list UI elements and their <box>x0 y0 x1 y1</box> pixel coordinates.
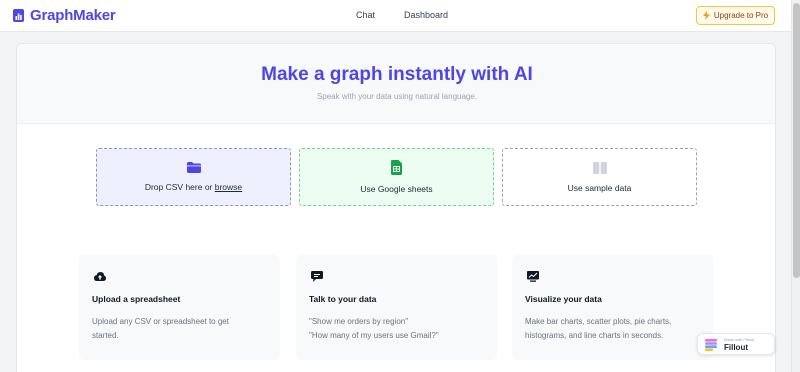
feature-title: Talk to your data <box>309 294 377 304</box>
feature-description: Upload any CSV or spreadsheet to get sta… <box>92 315 272 343</box>
google-sheets-icon <box>391 160 402 175</box>
fillout-name: Fillout <box>724 343 748 352</box>
book-icon <box>592 161 607 174</box>
feature-title: Visualize your data <box>525 294 602 304</box>
upgrade-button[interactable]: Upgrade to Pro <box>696 6 775 25</box>
folder-icon <box>186 162 201 173</box>
bar-chart-icon <box>13 9 24 22</box>
feature-desc-line: "How many of my users use Gmail?" <box>309 331 439 340</box>
feature-desc-line: histograms, and line charts in seconds. <box>525 331 664 340</box>
sample-data-label: Use sample data <box>567 182 632 193</box>
fillout-tagline: Made with Fillout <box>724 337 755 342</box>
nav-dashboard[interactable]: Dashboard <box>404 10 448 20</box>
sample-data-button[interactable]: Use sample data <box>502 148 697 206</box>
main-card: Make a graph instantly with AI Speak wit… <box>16 43 776 372</box>
feature-desc-line: Make bar charts, scatter plots, pie char… <box>525 317 672 326</box>
feature-talk: Talk to your data "Show me orders by reg… <box>296 255 497 360</box>
app-name: GraphMaker <box>30 7 116 24</box>
google-sheets-button[interactable]: Use Google sheets <box>299 148 494 206</box>
google-sheets-label: Use Google sheets <box>360 184 433 194</box>
feature-description: Make bar charts, scatter plots, pie char… <box>525 315 705 343</box>
fillout-badge[interactable]: Made with Fillout Fillout <box>697 333 775 355</box>
nav-chat[interactable]: Chat <box>356 10 375 20</box>
feature-desc-line: Upload any CSV or spreadsheet to get <box>92 317 229 326</box>
feature-visualize: Visualize your data Make bar charts, sca… <box>512 255 713 360</box>
feature-desc-line: started. <box>92 331 119 340</box>
trend-chart-icon <box>527 271 539 282</box>
hero-title: Make a graph instantly with AI <box>261 64 533 85</box>
hero-section: Make a graph instantly with AI Speak wit… <box>17 44 775 124</box>
feature-upload: Upload a spreadsheet Upload any CSV or s… <box>79 255 280 360</box>
chat-bubble-icon <box>311 271 323 282</box>
feature-title: Upload a spreadsheet <box>92 294 181 304</box>
drop-csv-zone[interactable]: Drop CSV here or browse <box>96 148 291 206</box>
hero-subtitle: Speak with your data using natural langu… <box>316 92 478 101</box>
feature-description: "Show me orders by region" "How many of … <box>309 315 489 343</box>
top-navbar: GraphMaker Chat Dashboard Upgrade to Pro <box>0 0 791 32</box>
upgrade-label: Upgrade to Pro <box>713 11 769 20</box>
cloud-upload-icon <box>94 272 106 281</box>
fillout-logo-icon <box>705 339 717 351</box>
browse-link[interactable]: browse <box>215 182 242 192</box>
scrollbar[interactable] <box>791 0 800 372</box>
app-logo[interactable]: GraphMaker <box>13 7 116 24</box>
drop-csv-label: Drop CSV here or browse <box>145 182 242 192</box>
scrollbar-thumb[interactable] <box>793 3 800 278</box>
feature-desc-line: "Show me orders by region" <box>309 317 409 326</box>
lightning-icon <box>702 11 710 20</box>
drop-csv-text: Drop CSV here or <box>144 182 215 192</box>
